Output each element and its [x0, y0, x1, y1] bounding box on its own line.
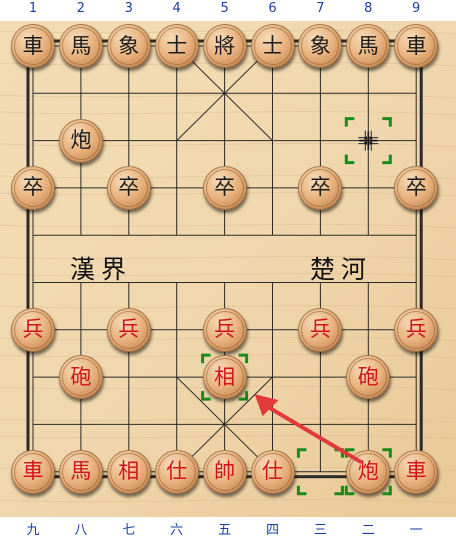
- black-piece-卒[interactable]: 卒: [106, 165, 151, 210]
- red-piece-相[interactable]: 相: [202, 355, 247, 400]
- bottom-file-number-1: 九: [26, 523, 40, 538]
- piece-label: 砲: [61, 358, 100, 397]
- piece-label: 炮: [349, 452, 388, 491]
- xiangqi-board[interactable]: [0, 21, 456, 517]
- piece-label: 仕: [157, 452, 196, 491]
- top-file-number-1: 1: [28, 1, 38, 16]
- top-file-number-8: 8: [364, 1, 373, 16]
- piece-label: 兵: [109, 310, 148, 349]
- piece-label: 象: [301, 27, 340, 65]
- black-piece-卒[interactable]: 卒: [11, 165, 55, 210]
- bottom-file-number-2: 八: [74, 523, 88, 538]
- top-file-number-6: 6: [268, 1, 277, 16]
- piece-label: 仕: [253, 452, 292, 491]
- red-piece-兵[interactable]: 兵: [298, 307, 343, 352]
- piece-label: 車: [397, 452, 436, 491]
- red-piece-兵[interactable]: 兵: [106, 307, 151, 352]
- black-piece-馬[interactable]: 馬: [58, 24, 103, 68]
- piece-label: 士: [157, 27, 196, 65]
- piece-label: 相: [205, 358, 244, 397]
- piece-label: 兵: [205, 310, 244, 349]
- bottom-file-number-4: 六: [170, 523, 184, 538]
- piece-label: 相: [109, 452, 148, 491]
- black-piece-士[interactable]: 士: [154, 24, 199, 68]
- top-file-number-9: 9: [412, 1, 421, 16]
- black-piece-炮[interactable]: 炮: [58, 118, 103, 163]
- top-file-number-5: 5: [220, 1, 229, 16]
- red-piece-帥[interactable]: 帥: [202, 449, 247, 494]
- red-piece-炮[interactable]: 炮: [346, 449, 391, 494]
- piece-label: 兵: [397, 310, 436, 349]
- black-piece-馬[interactable]: 馬: [346, 24, 391, 68]
- red-piece-兵[interactable]: 兵: [11, 307, 55, 352]
- piece-label: 卒: [109, 168, 148, 207]
- black-piece-卒[interactable]: 卒: [298, 165, 343, 210]
- black-piece-車[interactable]: 車: [11, 24, 55, 68]
- river-right-text: 楚河: [310, 255, 373, 284]
- red-piece-兵[interactable]: 兵: [394, 307, 439, 352]
- piece-label: 車: [14, 452, 52, 491]
- piece-label: 炮: [61, 121, 100, 160]
- red-piece-砲[interactable]: 砲: [58, 355, 103, 400]
- bottom-file-number-3: 七: [122, 523, 136, 538]
- black-piece-卒[interactable]: 卒: [202, 165, 247, 210]
- top-file-number-3: 3: [124, 1, 133, 16]
- piece-label: 卒: [205, 168, 244, 207]
- piece-label: 馬: [61, 452, 100, 491]
- piece-label: 車: [397, 27, 436, 65]
- piece-label: 卒: [301, 168, 340, 207]
- bottom-file-number-8: 二: [361, 523, 375, 538]
- top-file-number-4: 4: [172, 1, 181, 16]
- black-piece-卒[interactable]: 卒: [394, 165, 439, 210]
- bottom-file-number-7: 三: [313, 523, 327, 538]
- bottom-file-number-9: 一: [409, 523, 423, 538]
- piece-label: 砲: [349, 358, 388, 397]
- red-piece-車[interactable]: 車: [394, 449, 439, 494]
- piece-label: 士: [253, 27, 292, 65]
- bottom-file-number-6: 四: [265, 523, 279, 538]
- top-file-number-2: 2: [76, 1, 86, 16]
- river-left-text: 漢界: [70, 255, 133, 284]
- black-piece-象[interactable]: 象: [106, 24, 151, 68]
- red-piece-仕[interactable]: 仕: [154, 449, 199, 494]
- red-piece-車[interactable]: 車: [11, 449, 55, 494]
- bottom-file-number-5: 五: [218, 523, 232, 538]
- red-piece-相[interactable]: 相: [106, 449, 151, 494]
- top-file-number-7: 7: [316, 1, 325, 16]
- piece-label: 卒: [14, 168, 52, 207]
- piece-label: 兵: [301, 310, 340, 349]
- piece-label: 車: [14, 27, 52, 65]
- piece-label: 象: [109, 27, 148, 65]
- red-piece-仕[interactable]: 仕: [250, 449, 295, 494]
- piece-label: 帥: [205, 452, 244, 491]
- black-piece-士[interactable]: 士: [250, 24, 295, 68]
- piece-label: 馬: [349, 27, 388, 65]
- piece-label: 卒: [397, 168, 436, 207]
- black-piece-將[interactable]: 將: [202, 24, 247, 68]
- red-piece-馬[interactable]: 馬: [58, 449, 103, 494]
- black-piece-車[interactable]: 車: [394, 24, 439, 68]
- piece-label: 將: [205, 27, 244, 65]
- red-piece-兵[interactable]: 兵: [202, 307, 247, 352]
- piece-label: 馬: [61, 27, 100, 65]
- piece-label: 兵: [14, 310, 52, 349]
